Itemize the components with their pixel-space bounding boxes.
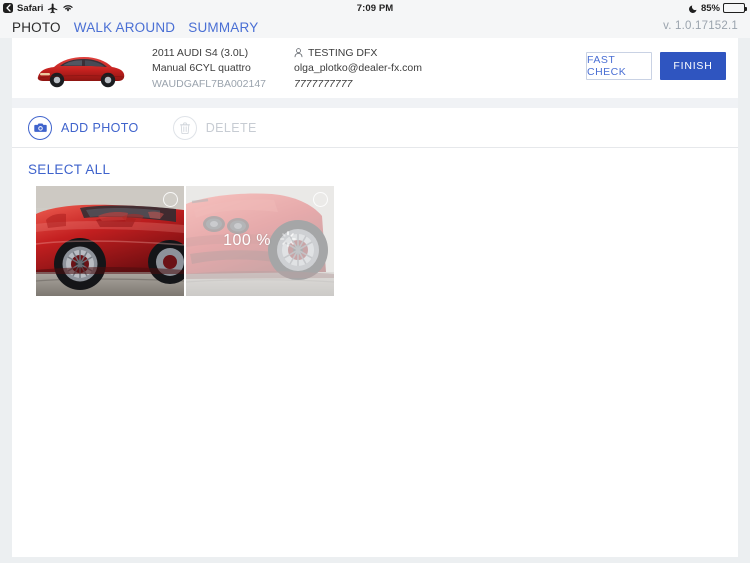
do-not-disturb-moon-icon [689,4,698,13]
vehicle-details-column: 2011 AUDI S4 (3.0L) Manual 6CYL quattro … [152,47,266,90]
upload-progress-label: 100 % [223,232,271,249]
vehicle-spec: Manual 6CYL quattro [152,62,251,74]
vehicle-info-card: 2011 AUDI S4 (3.0L) Manual 6CYL quattro … [12,38,738,98]
trash-icon [172,115,197,140]
red-audi-sedan-thumbnail [30,44,130,92]
page-content: 2011 AUDI S4 (3.0L) Manual 6CYL quattro … [12,38,738,557]
finish-button[interactable]: FINISH [660,52,726,80]
photo-select-checkbox-2[interactable] [313,192,328,207]
loading-spinner-icon [279,230,297,253]
ios-status-bar: Safari 7:09 PM 85% [0,0,750,16]
person-icon [294,47,303,58]
photo-thumbnail-1[interactable] [36,186,184,296]
delete-photo-label: DELETE [205,120,257,135]
tab-walk-around[interactable]: WALK AROUND [74,20,175,35]
battery-percent-label: 85% [700,2,720,14]
status-bar-clock: 7:09 PM [356,2,394,14]
camera-icon [28,115,52,140]
vehicle-title: 2011 AUDI S4 (3.0L) [152,46,249,59]
photo-grid: 100 % [12,186,738,296]
customer-details-column: TESTING DFX olga_plotko@dealer-fx.com 77… [294,47,422,90]
customer-phone: 7777777777 [294,77,353,90]
upload-progress-indicator: 100 % [186,186,334,296]
customer-name: TESTING DFX [308,46,378,59]
add-photo-button[interactable]: ADD PHOTO [28,115,139,140]
fast-check-button[interactable]: FAST CHECK [586,52,652,80]
photo-toolbar: ADD PHOTO DELETE [12,108,738,148]
status-bar-right: 85% [689,2,747,14]
customer-email: olga_plotko@dealer-fx.com [294,62,422,74]
add-photo-label: ADD PHOTO [61,120,139,135]
customer-name-row: TESTING DFX [294,47,422,59]
battery-icon [723,3,747,13]
tab-photo[interactable]: PHOTO [12,20,61,35]
tab-summary[interactable]: SUMMARY [188,20,258,35]
select-all-link[interactable]: SELECT ALL [12,148,110,186]
vehicle-vin: WAUDGAFL7BA002147 [152,77,266,90]
primary-tab-bar: PHOTO WALK AROUND SUMMARY [0,16,750,38]
card-action-buttons: FAST CHECK FINISH [586,52,726,80]
delete-photo-button[interactable]: DELETE [172,115,257,140]
photo-thumbnail-2[interactable]: 100 % [186,186,334,296]
app-version-label: v. 1.0.17152.1 [663,20,738,32]
photo-select-checkbox-1[interactable] [163,192,178,207]
section-divider-strip [12,98,738,108]
